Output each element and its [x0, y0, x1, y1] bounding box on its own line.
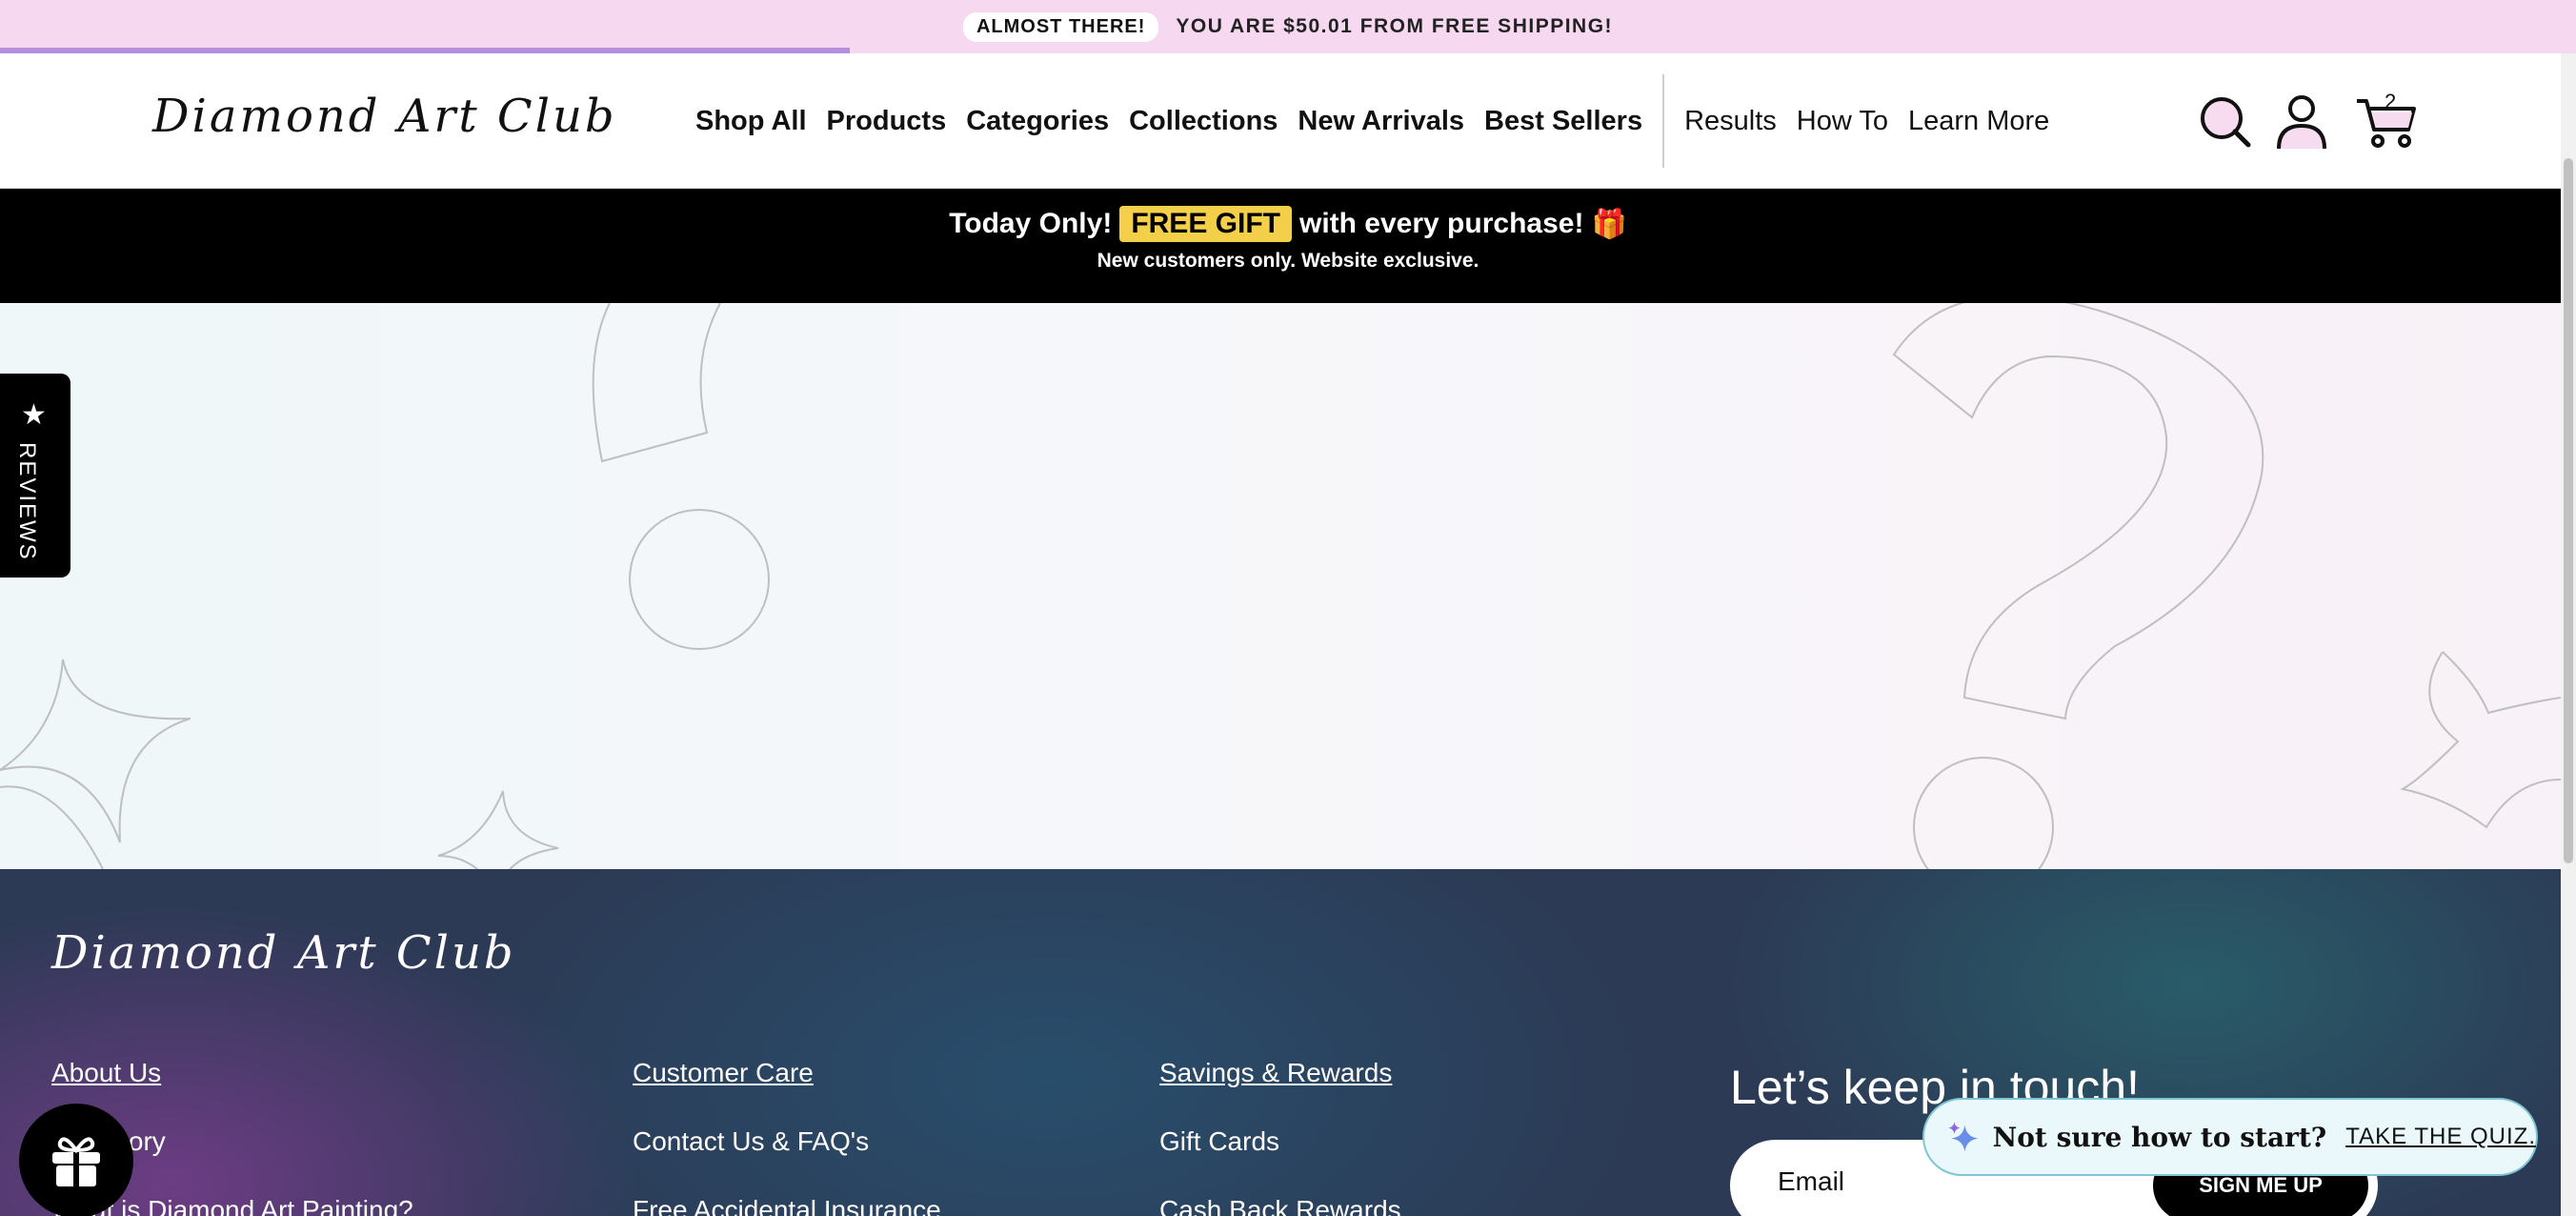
nav-learn-more[interactable]: Learn More: [1908, 106, 2049, 137]
reviews-label: REVIEWS: [14, 442, 40, 561]
main-nav: Shop All Products Categories Collections…: [695, 53, 2069, 189]
quiz-prompt-text: Not sure how to start?: [1992, 1121, 2327, 1153]
nav-best-sellers[interactable]: Best Sellers: [1484, 106, 1642, 137]
decorative-shapes: [0, 303, 2561, 869]
nav-products[interactable]: Products: [827, 106, 947, 137]
scrollbar-thumb[interactable]: [2564, 158, 2573, 863]
footer-accidental-insurance[interactable]: Free Accidental Insurance: [633, 1195, 941, 1216]
star-icon: ★: [21, 399, 47, 431]
shipping-message: YOU ARE $50.01 FROM FREE SHIPPING!: [1176, 15, 1614, 37]
account-icon[interactable]: [2271, 91, 2332, 152]
sparkle-icon: [1948, 1122, 1979, 1152]
footer-logo[interactable]: Diamond Art Club: [51, 926, 516, 980]
footer-cash-back-rewards[interactable]: Cash Back Rewards: [1159, 1195, 1401, 1216]
nav-collections[interactable]: Collections: [1129, 106, 1278, 137]
almost-there-badge: ALMOST THERE!: [962, 11, 1159, 42]
nav-categories[interactable]: Categories: [966, 106, 1109, 137]
site-logo[interactable]: Diamond Art Club: [152, 90, 617, 143]
promo-banner[interactable]: Today Only! FREE GIFT with every purchas…: [0, 189, 2576, 303]
promo-lead: Today Only!: [949, 208, 1113, 239]
nav-divider: [1662, 74, 1665, 168]
promo-tail: with every purchase!: [1298, 208, 1584, 239]
footer-contact-faq[interactable]: Contact Us & FAQ's: [633, 1126, 869, 1157]
nav-results[interactable]: Results: [1684, 106, 1777, 137]
footer-customer-care[interactable]: Customer Care: [633, 1058, 814, 1088]
free-gift-badge: FREE GIFT: [1119, 206, 1292, 242]
promo-subtext: New customers only. Website exclusive.: [1097, 250, 1479, 272]
hero-section: [0, 303, 2561, 869]
rewards-gift-button[interactable]: [19, 1104, 133, 1216]
footer-about-us[interactable]: About Us: [51, 1058, 161, 1088]
search-icon[interactable]: [2195, 91, 2256, 152]
footer-gift-cards[interactable]: Gift Cards: [1159, 1126, 1279, 1157]
nav-new-arrivals[interactable]: New Arrivals: [1298, 106, 1464, 137]
free-shipping-bar: ALMOST THERE! YOU ARE $50.01 FROM FREE S…: [0, 0, 2576, 53]
quiz-prompt-bubble[interactable]: Not sure how to start? TAKE THE QUIZ.: [1922, 1098, 2538, 1176]
gift-icon: [52, 1137, 100, 1188]
nav-how-to[interactable]: How To: [1797, 106, 1888, 137]
gift-emoji-icon: 🎁: [1591, 208, 1627, 240]
nav-shop-all[interactable]: Shop All: [695, 106, 807, 137]
page-scrollbar[interactable]: [2561, 53, 2576, 1216]
site-header: Diamond Art Club Shop All Products Categ…: [0, 53, 2576, 189]
cart-icon[interactable]: 2: [2353, 90, 2420, 152]
take-the-quiz-link[interactable]: TAKE THE QUIZ.: [2345, 1124, 2536, 1150]
cart-count-badge: 2: [2385, 90, 2397, 113]
reviews-side-tab[interactable]: ★ REVIEWS: [0, 374, 70, 578]
footer-savings-rewards[interactable]: Savings & Rewards: [1159, 1058, 1392, 1088]
